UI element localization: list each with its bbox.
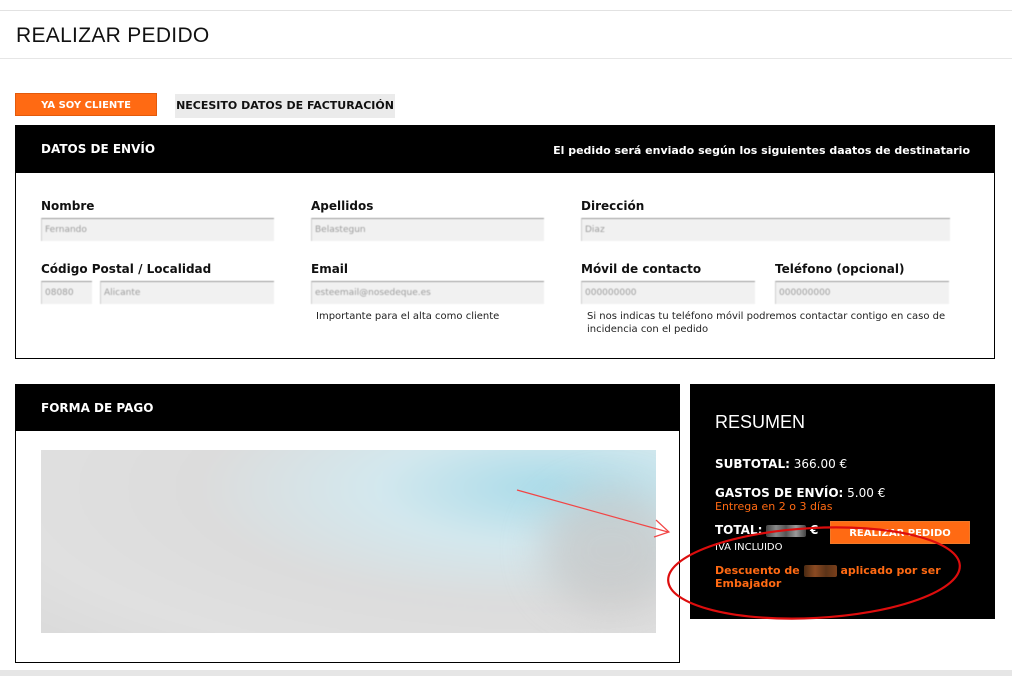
tab-existing-customer[interactable]: YA SOY CLIENTE [15, 93, 157, 116]
payment-panel-header: FORMA DE PAGO [16, 385, 679, 431]
shipping-cost-label: GASTOS DE ENVÍO: [715, 486, 844, 500]
page-title: REALIZAR PEDIDO [16, 24, 210, 47]
movil-label: Móvil de contacto [581, 262, 702, 276]
discount-value-redacted [803, 565, 837, 577]
email-label: Email [311, 262, 349, 276]
shipping-cost-row: GASTOS DE ENVÍO: 5.00 € [715, 486, 885, 500]
payment-options-blurred [41, 450, 656, 633]
shipping-panel-header: DATOS DE ENVÍO El pedido será enviado se… [16, 126, 994, 173]
apellidos-input[interactable]: Belastegun [311, 218, 544, 241]
discount-note: Descuento de aplicado por ser Embajador [715, 564, 975, 590]
codigo-postal-input[interactable]: 08080 [41, 281, 92, 304]
nombre-label: Nombre [41, 199, 95, 213]
shipping-cost-value: 5.00 € [847, 486, 886, 500]
movil-input[interactable]: 000000000 [581, 281, 755, 304]
direccion-label: Dirección [581, 199, 645, 213]
delivery-time: Entrega en 2 o 3 días [715, 500, 833, 513]
direccion-input[interactable]: Diaz [581, 218, 950, 241]
total-value-redacted [766, 524, 807, 537]
total-currency: € [810, 523, 819, 537]
phone-hint: Si nos indicas tu teléfono móvil podremo… [587, 311, 946, 335]
payment-heading: FORMA DE PAGO [41, 401, 154, 415]
summary-title: RESUMEN [715, 412, 806, 432]
subtotal-label: SUBTOTAL: [715, 457, 790, 471]
nombre-input[interactable]: Fernando [41, 218, 274, 241]
total-row: TOTAL: € [715, 523, 818, 537]
total-label: TOTAL: [715, 523, 763, 537]
shipping-panel: DATOS DE ENVÍO El pedido será enviado se… [15, 125, 995, 359]
summary-panel: RESUMEN SUBTOTAL: 366.00 € GASTOS DE ENV… [690, 384, 995, 619]
telefono-input[interactable]: 000000000 [775, 281, 949, 304]
place-order-button[interactable]: REALIZAR PEDIDO [830, 521, 970, 544]
vat-included: IVA INCLUIDO [715, 542, 783, 553]
email-input[interactable]: esteemail@nosedeque.es [311, 281, 544, 304]
shipping-note: El pedido será enviado según los siguien… [553, 144, 970, 157]
telefono-label: Teléfono (opcional) [775, 262, 905, 276]
codigo-postal-label: Código Postal / Localidad [41, 262, 212, 276]
shipping-heading: DATOS DE ENVÍO [41, 142, 156, 156]
tab-billing-data[interactable]: NECESITO DATOS DE FACTURACIÓN [175, 94, 395, 118]
bottom-divider [0, 670, 1012, 676]
localidad-input[interactable]: Alicante [100, 281, 274, 304]
apellidos-label: Apellidos [311, 199, 374, 213]
discount-prefix: Descuento de [715, 564, 800, 577]
email-hint: Importante para el alta como cliente [316, 311, 500, 322]
subtotal-row: SUBTOTAL: 366.00 € [715, 457, 847, 471]
subtotal-value: 366.00 € [793, 457, 848, 471]
